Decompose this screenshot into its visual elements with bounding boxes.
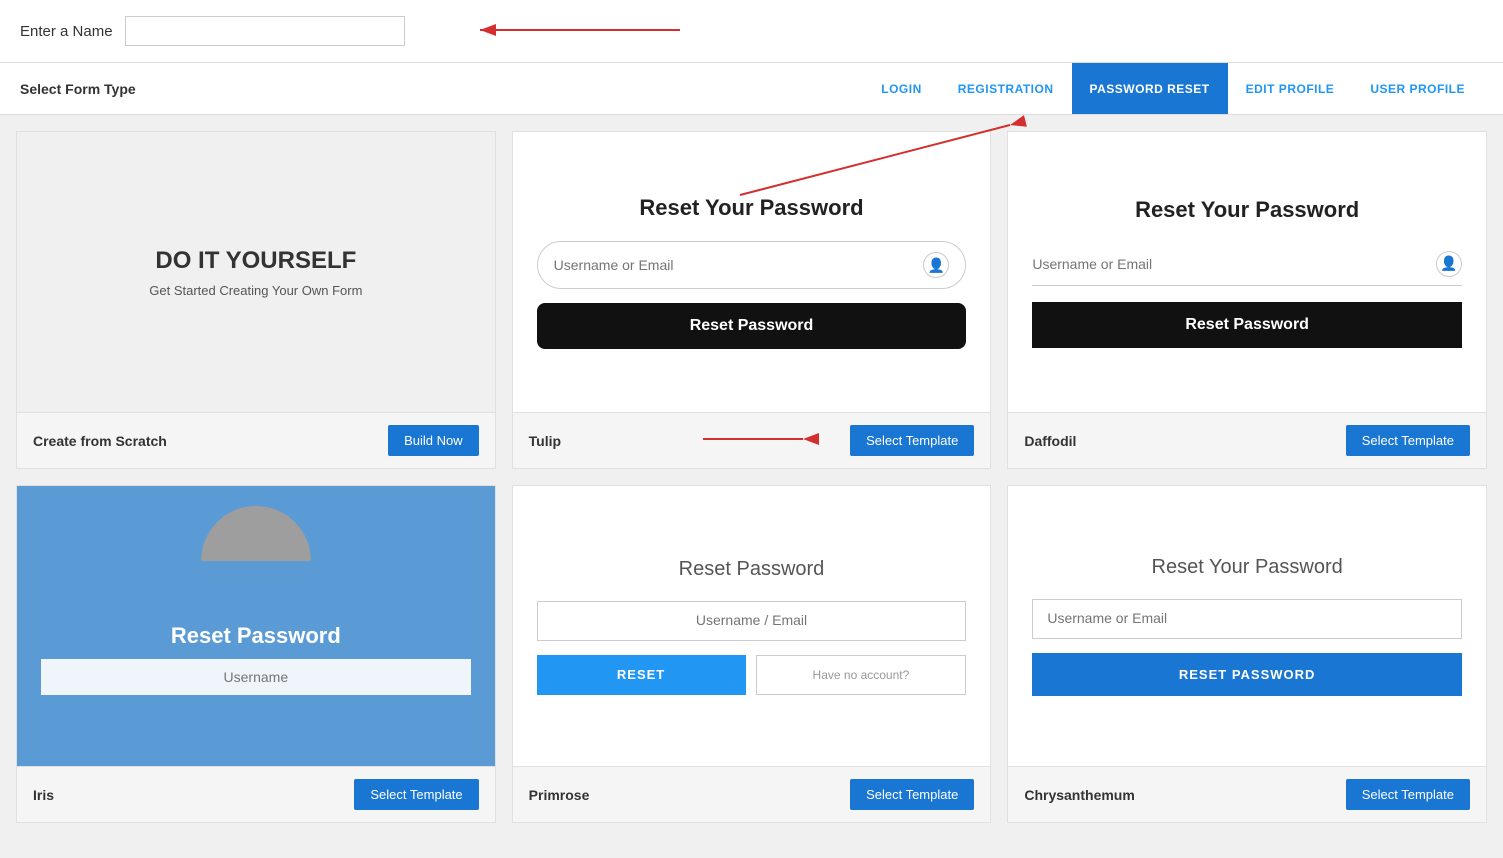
card-tulip: Reset Your Password 👤 Reset Password Tul…	[512, 131, 992, 469]
card-daffodil: Reset Your Password 👤 Reset Password Daf…	[1007, 131, 1487, 469]
middle-bottom-noaccount-button[interactable]: Have no account?	[756, 655, 967, 695]
middle-bottom-reset-button[interactable]: RESET	[537, 655, 746, 695]
avatar-card-footer: Iris Select Template	[17, 766, 495, 822]
tab-registration[interactable]: REGISTRATION	[940, 63, 1072, 114]
tab-password-reset[interactable]: PASSWORD RESET	[1072, 63, 1228, 114]
right-bottom-reset-button[interactable]: RESET PASSWORD	[1032, 653, 1462, 696]
right-bottom-input-wrap	[1032, 599, 1462, 639]
enter-name-label: Enter a Name	[20, 23, 113, 40]
tulip-title: Reset Your Password	[639, 195, 863, 221]
middle-bottom-title: Reset Password	[679, 558, 825, 581]
right-bottom-select-template-button[interactable]: Select Template	[1346, 779, 1470, 810]
cards-grid: DO IT YOURSELF Get Started Creating Your…	[0, 115, 1503, 839]
daffodil-input-wrap: 👤	[1032, 243, 1462, 286]
daffodil-title: Reset Your Password	[1032, 197, 1462, 223]
card-middle-bottom: Reset Password RESET Have no account? Pr…	[512, 485, 992, 823]
card-right-bottom: Reset Your Password RESET PASSWORD Chrys…	[1007, 485, 1487, 823]
tulip-person-icon: 👤	[923, 252, 949, 278]
form-type-tabs: LOGIN REGISTRATION PASSWORD RESET EDIT P…	[863, 63, 1483, 114]
right-bottom-title: Reset Your Password	[1032, 556, 1462, 579]
diy-card-name: Create from Scratch	[33, 433, 167, 449]
avatar-username-input[interactable]	[41, 659, 471, 695]
tulip-select-template-button[interactable]: Select Template	[850, 425, 974, 456]
avatar-card-body: Reset Password	[17, 486, 495, 766]
diy-subtitle: Get Started Creating Your Own Form	[149, 283, 362, 298]
diy-build-now-button[interactable]: Build Now	[388, 425, 479, 456]
daffodil-card-footer: Daffodil Select Template	[1008, 412, 1486, 468]
tab-edit-profile[interactable]: EDIT PROFILE	[1228, 63, 1353, 114]
form-type-bar: Select Form Type LOGIN REGISTRATION PASS…	[0, 63, 1503, 115]
tulip-reset-btn[interactable]: Reset Password	[537, 303, 967, 349]
tulip-input-wrap: 👤	[537, 241, 967, 289]
right-bottom-username-input[interactable]	[1047, 610, 1447, 626]
tulip-card-body: Reset Your Password 👤 Reset Password	[513, 132, 991, 412]
middle-bottom-card-name: Primrose	[529, 787, 590, 803]
daffodil-username-input[interactable]	[1032, 256, 1436, 272]
daffodil-card-name: Daffodil	[1024, 433, 1076, 449]
top-bar: Enter a Name	[0, 0, 1503, 63]
diy-title: DO IT YOURSELF	[155, 247, 356, 275]
middle-bottom-card-body: Reset Password RESET Have no account?	[513, 486, 991, 766]
tulip-username-input[interactable]	[554, 257, 924, 273]
middle-bottom-username-input[interactable]	[552, 612, 952, 628]
diy-card-footer: Create from Scratch Build Now	[17, 412, 495, 468]
avatar-card-title: Reset Password	[171, 623, 341, 649]
daffodil-reset-btn[interactable]: Reset Password	[1032, 302, 1462, 348]
avatar-card-name: Iris	[33, 787, 54, 803]
diy-card-body: DO IT YOURSELF Get Started Creating Your…	[17, 132, 495, 412]
name-input[interactable]	[125, 16, 405, 46]
daffodil-card-body: Reset Your Password 👤 Reset Password	[1008, 132, 1486, 412]
middle-bottom-card-footer: Primrose Select Template	[513, 766, 991, 822]
right-bottom-card-footer: Chrysanthemum Select Template	[1008, 766, 1486, 822]
middle-bottom-buttons: RESET Have no account?	[537, 655, 967, 695]
tab-login[interactable]: LOGIN	[863, 63, 940, 114]
right-bottom-card-body: Reset Your Password RESET PASSWORD	[1008, 486, 1486, 766]
form-type-label: Select Form Type	[20, 81, 136, 97]
tulip-card-name: Tulip	[529, 433, 561, 449]
daffodil-person-icon: 👤	[1436, 251, 1462, 277]
middle-bottom-select-template-button[interactable]: Select Template	[850, 779, 974, 810]
avatar-silhouette	[201, 506, 311, 561]
card-avatar: Reset Password Iris Select Template	[16, 485, 496, 823]
right-bottom-card-name: Chrysanthemum	[1024, 787, 1134, 803]
middle-bottom-input-wrap	[537, 601, 967, 641]
daffodil-select-template-button[interactable]: Select Template	[1346, 425, 1470, 456]
tab-user-profile[interactable]: USER PROFILE	[1352, 63, 1483, 114]
card-diy: DO IT YOURSELF Get Started Creating Your…	[16, 131, 496, 469]
tulip-card-footer: Tulip Select Template	[513, 412, 991, 468]
avatar-select-template-button[interactable]: Select Template	[354, 779, 478, 810]
